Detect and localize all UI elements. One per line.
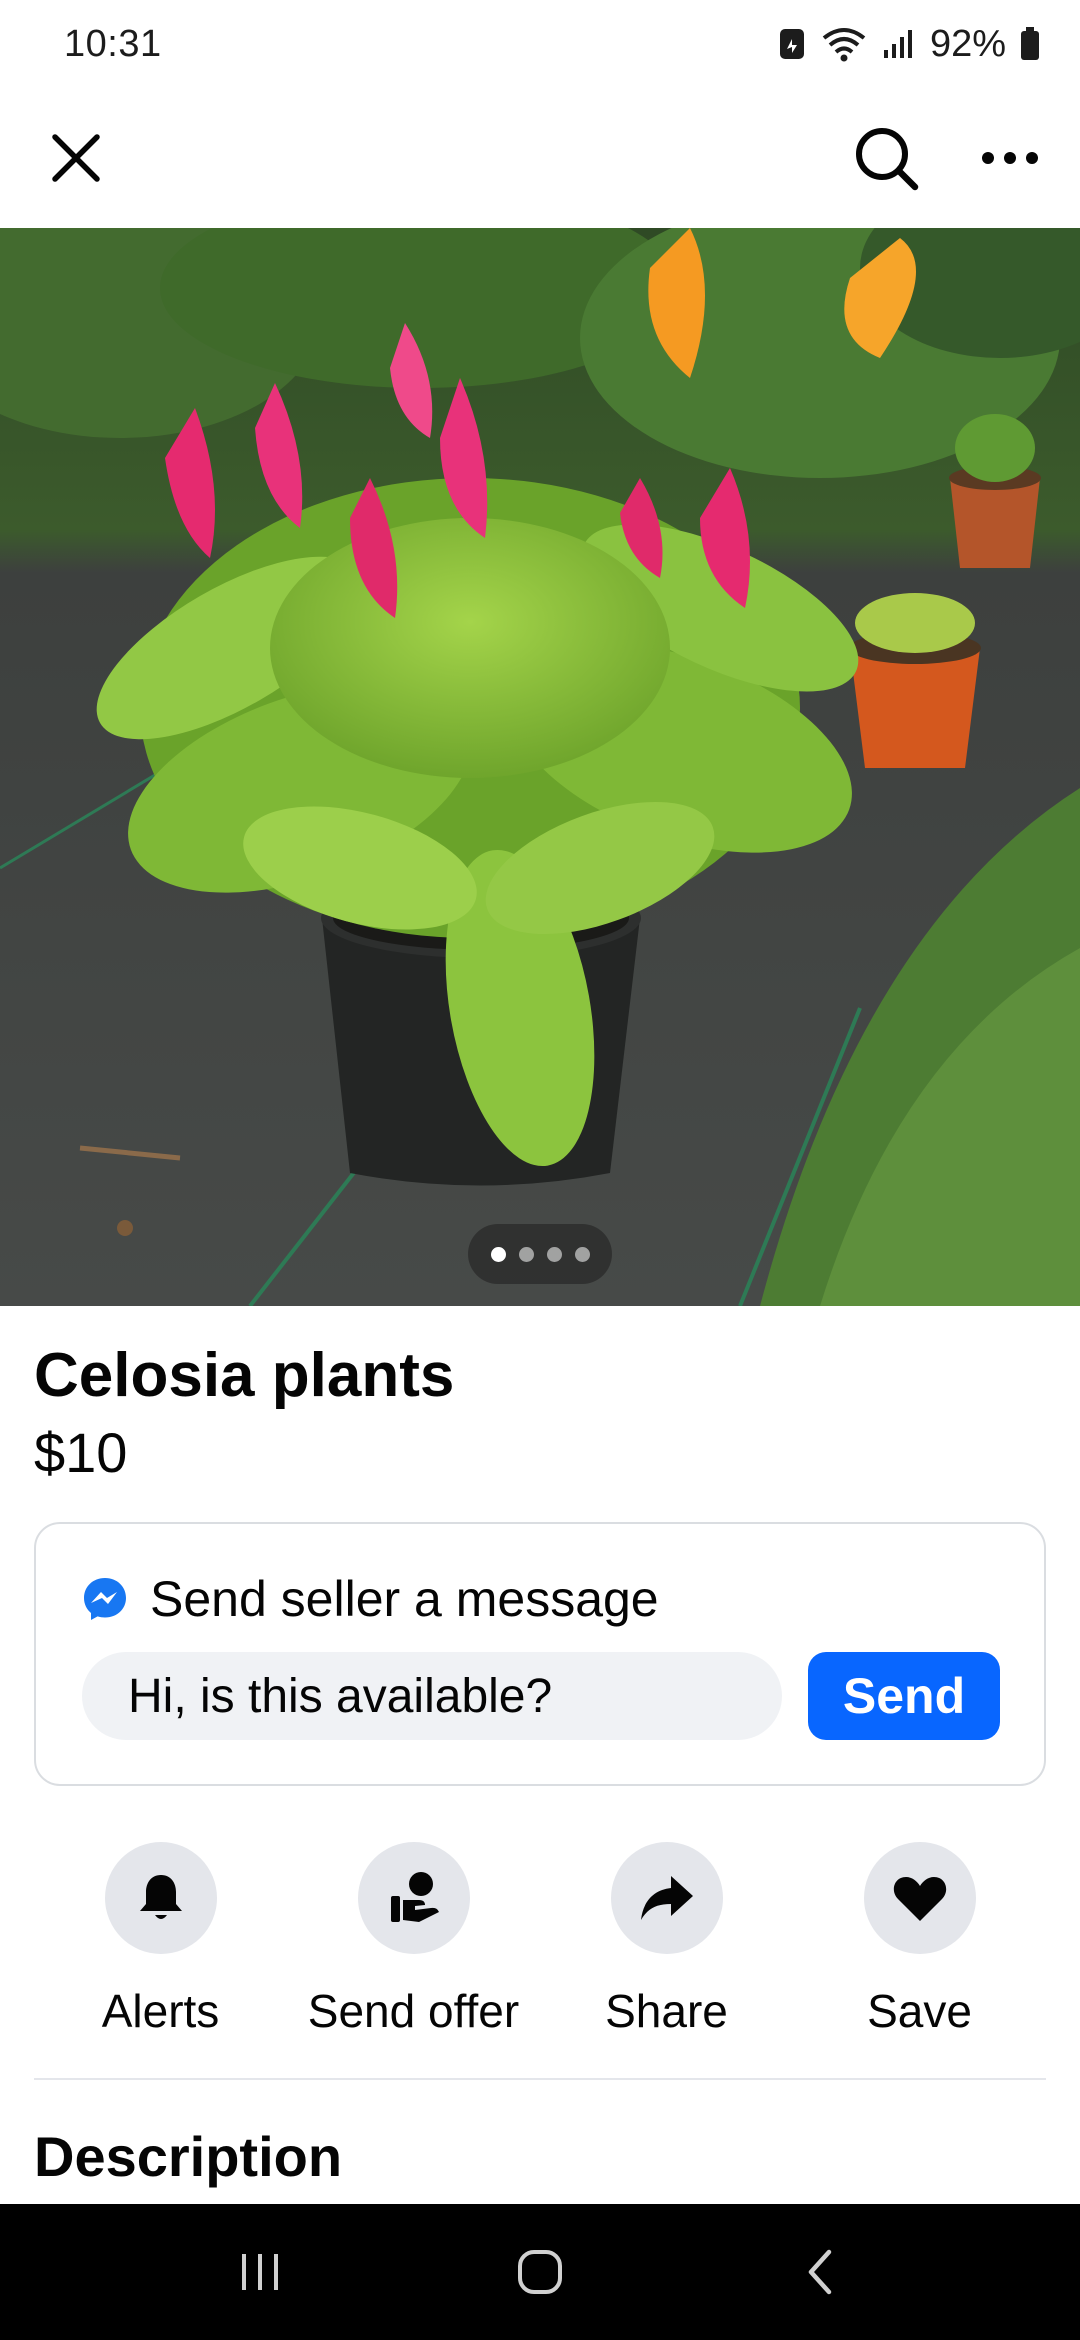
signal-icon bbox=[882, 28, 916, 60]
wifi-icon bbox=[820, 26, 868, 62]
close-button[interactable] bbox=[36, 118, 116, 198]
save-button[interactable]: Save bbox=[793, 1842, 1046, 2038]
data-saver-icon bbox=[778, 27, 806, 61]
pager-dot bbox=[546, 1246, 562, 1262]
action-row: Alerts Send offer Share Save bbox=[34, 1842, 1046, 2038]
share-button[interactable]: Share bbox=[540, 1842, 793, 2038]
status-indicators: 92% bbox=[778, 23, 1040, 66]
more-icon bbox=[982, 152, 1038, 164]
listing-title: Celosia plants bbox=[34, 1341, 455, 1410]
alerts-icon-circle bbox=[104, 1842, 217, 1954]
section-divider bbox=[34, 2078, 1046, 2080]
close-icon bbox=[52, 134, 100, 182]
home-button[interactable] bbox=[480, 2222, 600, 2322]
battery-percent: 92% bbox=[929, 22, 1006, 65]
search-icon bbox=[856, 128, 919, 191]
offer-icon bbox=[390, 1872, 439, 1922]
send-offer-icon-circle bbox=[357, 1842, 470, 1954]
top-toolbar bbox=[0, 88, 1080, 228]
back-icon bbox=[808, 2249, 832, 2295]
send-offer-label: Send offer bbox=[307, 1985, 520, 2037]
image-pager[interactable] bbox=[468, 1224, 612, 1284]
share-icon bbox=[640, 1876, 693, 1920]
recents-icon bbox=[242, 2254, 278, 2290]
pager-dot bbox=[518, 1246, 534, 1262]
status-time: 10:31 bbox=[64, 22, 162, 65]
listing-photo[interactable] bbox=[0, 228, 1080, 1306]
bell-icon bbox=[139, 1875, 182, 1919]
toolbar-actions bbox=[846, 118, 1050, 198]
home-icon bbox=[518, 2250, 562, 2294]
status-bar: 10:31 92% bbox=[0, 0, 1080, 88]
send-button[interactable]: Send bbox=[808, 1652, 1000, 1740]
listing-price: $10 bbox=[34, 1421, 128, 1484]
alerts-button[interactable]: Alerts bbox=[34, 1842, 287, 2038]
description-heading: Description bbox=[34, 2125, 343, 2188]
recents-button[interactable] bbox=[200, 2222, 320, 2322]
save-icon-circle bbox=[863, 1842, 976, 1954]
send-offer-button[interactable]: Send offer bbox=[287, 1842, 540, 2038]
alerts-label: Alerts bbox=[101, 1985, 220, 2037]
more-options-button[interactable] bbox=[970, 118, 1050, 198]
pager-dot bbox=[574, 1246, 590, 1262]
message-seller-card: Send seller a message Send bbox=[34, 1522, 1046, 1786]
search-button[interactable] bbox=[846, 118, 926, 198]
share-label: Share bbox=[605, 1985, 728, 2037]
system-nav-bar bbox=[0, 2204, 1080, 2340]
heart-icon bbox=[893, 1877, 946, 1921]
message-card-header: Send seller a message bbox=[82, 1570, 659, 1628]
battery-icon bbox=[1020, 27, 1040, 61]
message-card-title: Send seller a message bbox=[150, 1571, 659, 1627]
save-label: Save bbox=[867, 1985, 972, 2037]
share-icon-circle bbox=[610, 1842, 723, 1954]
plant-photo-illustration bbox=[0, 228, 1080, 1306]
back-button[interactable] bbox=[760, 2222, 880, 2322]
messenger-icon bbox=[84, 1578, 126, 1620]
pager-dot bbox=[490, 1246, 506, 1262]
message-input[interactable] bbox=[82, 1652, 782, 1740]
